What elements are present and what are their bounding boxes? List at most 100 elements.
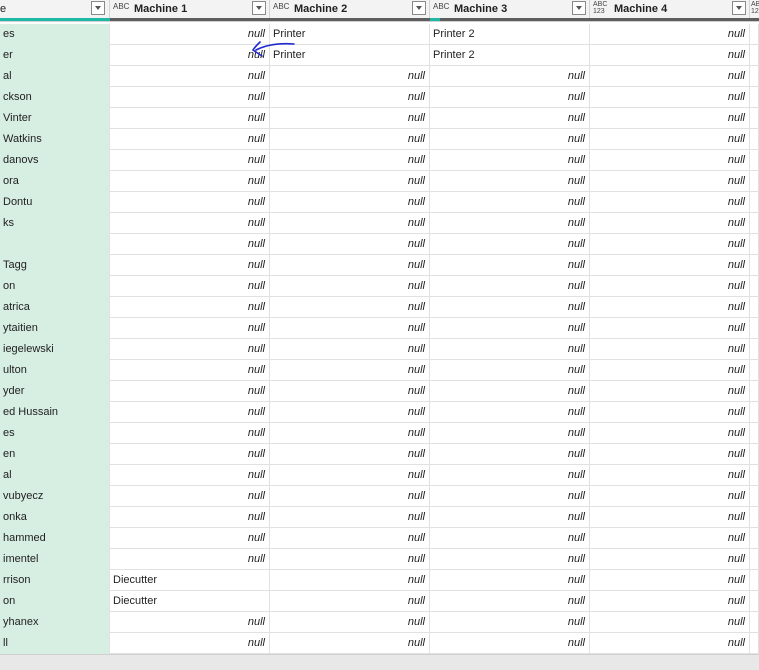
machine-2-cell[interactable]: null [270,150,430,171]
machine-3-cell[interactable]: Printer 2 [430,24,590,45]
filter-dropdown-icon[interactable] [412,1,426,15]
machine-4-cell[interactable]: null [590,444,750,465]
machine-4-cell[interactable]: null [590,423,750,444]
table-row[interactable]: iegelewski null null null null [0,339,759,360]
name-cell[interactable]: danovs [0,150,110,171]
table-row[interactable]: ulton null null null null [0,360,759,381]
machine-2-cell[interactable]: null [270,108,430,129]
machine-3-cell[interactable]: null [430,360,590,381]
machine-5-cell[interactable] [750,444,759,465]
name-cell[interactable]: yder [0,381,110,402]
name-cell[interactable]: al [0,66,110,87]
machine-1-cell[interactable]: Diecutter [110,591,270,612]
name-cell[interactable]: hammed [0,528,110,549]
machine-4-cell[interactable]: null [590,171,750,192]
machine-5-cell[interactable] [750,213,759,234]
machine-5-cell[interactable] [750,24,759,45]
table-row[interactable]: rrison Diecutter null null null [0,570,759,591]
text-type-icon[interactable]: ABC [433,3,449,11]
any-type-icon[interactable]: ABC 123 [593,1,611,15]
machine-5-cell[interactable] [750,108,759,129]
table-row[interactable]: es null Printer Printer 2 null [0,24,759,45]
machine-2-cell[interactable]: null [270,66,430,87]
machine-1-cell[interactable]: null [110,276,270,297]
machine-2-cell[interactable]: null [270,297,430,318]
machine-5-cell[interactable] [750,171,759,192]
name-cell[interactable]: es [0,423,110,444]
machine-1-cell[interactable]: null [110,633,270,654]
machine-5-cell[interactable] [750,297,759,318]
machine-1-cell[interactable]: null [110,486,270,507]
machine-5-cell[interactable] [750,549,759,570]
machine-4-cell[interactable]: null [590,24,750,45]
table-row[interactable]: Watkins null null null null [0,129,759,150]
machine-2-cell[interactable]: null [270,171,430,192]
machine-2-cell[interactable]: null [270,486,430,507]
machine-5-cell[interactable] [750,612,759,633]
machine-5-cell[interactable] [750,45,759,66]
machine-2-cell[interactable]: null [270,360,430,381]
machine-3-cell[interactable]: null [430,192,590,213]
machine-5-cell[interactable] [750,381,759,402]
name-cell[interactable]: on [0,276,110,297]
filter-dropdown-icon[interactable] [91,1,105,15]
machine-1-cell[interactable]: Diecutter [110,570,270,591]
name-cell[interactable]: Dontu [0,192,110,213]
name-cell[interactable]: Tagg [0,255,110,276]
machine-5-cell[interactable] [750,234,759,255]
machine-3-cell[interactable]: null [430,423,590,444]
machine-4-cell[interactable]: null [590,549,750,570]
machine-1-cell[interactable]: null [110,549,270,570]
machine-4-cell[interactable]: null [590,633,750,654]
machine-1-cell[interactable]: null [110,318,270,339]
machine-3-cell[interactable]: null [430,570,590,591]
machine-3-cell[interactable]: null [430,339,590,360]
name-cell[interactable]: rrison [0,570,110,591]
table-row[interactable]: on null null null null [0,276,759,297]
machine-2-cell[interactable]: null [270,87,430,108]
machine-4-cell[interactable]: null [590,612,750,633]
column-header-machine-1[interactable]: ABC Machine 1 [110,0,270,18]
column-header-name[interactable]: e [0,0,110,18]
machine-1-cell[interactable]: null [110,297,270,318]
machine-2-cell[interactable]: null [270,549,430,570]
machine-3-cell[interactable]: null [430,465,590,486]
machine-3-cell[interactable]: null [430,255,590,276]
name-cell[interactable]: yhanex [0,612,110,633]
machine-2-cell[interactable]: null [270,591,430,612]
machine-3-cell[interactable]: null [430,234,590,255]
machine-3-cell[interactable]: null [430,66,590,87]
machine-4-cell[interactable]: null [590,486,750,507]
name-cell[interactable]: ulton [0,360,110,381]
table-row[interactable]: en null null null null [0,444,759,465]
machine-1-cell[interactable]: null [110,150,270,171]
machine-2-cell[interactable]: null [270,276,430,297]
machine-5-cell[interactable] [750,402,759,423]
table-row[interactable]: ks null null null null [0,213,759,234]
machine-4-cell[interactable]: null [590,192,750,213]
machine-2-cell[interactable]: null [270,381,430,402]
machine-4-cell[interactable]: null [590,108,750,129]
machine-2-cell[interactable]: null [270,339,430,360]
machine-5-cell[interactable] [750,255,759,276]
machine-5-cell[interactable] [750,150,759,171]
machine-5-cell[interactable] [750,276,759,297]
machine-3-cell[interactable]: null [430,150,590,171]
name-cell[interactable]: ora [0,171,110,192]
machine-1-cell[interactable]: null [110,66,270,87]
machine-1-cell[interactable]: null [110,507,270,528]
machine-4-cell[interactable]: null [590,591,750,612]
name-cell[interactable]: vubyecz [0,486,110,507]
machine-4-cell[interactable]: null [590,45,750,66]
machine-4-cell[interactable]: null [590,318,750,339]
machine-2-cell[interactable]: null [270,570,430,591]
machine-1-cell[interactable]: null [110,339,270,360]
column-header-machine-4[interactable]: ABC 123 Machine 4 [590,0,750,18]
text-type-icon[interactable]: ABC [113,3,129,11]
table-row[interactable]: yhanex null null null null [0,612,759,633]
machine-4-cell[interactable]: null [590,465,750,486]
machine-5-cell[interactable] [750,591,759,612]
table-row[interactable]: ora null null null null [0,171,759,192]
machine-4-cell[interactable]: null [590,255,750,276]
machine-2-cell[interactable]: null [270,444,430,465]
